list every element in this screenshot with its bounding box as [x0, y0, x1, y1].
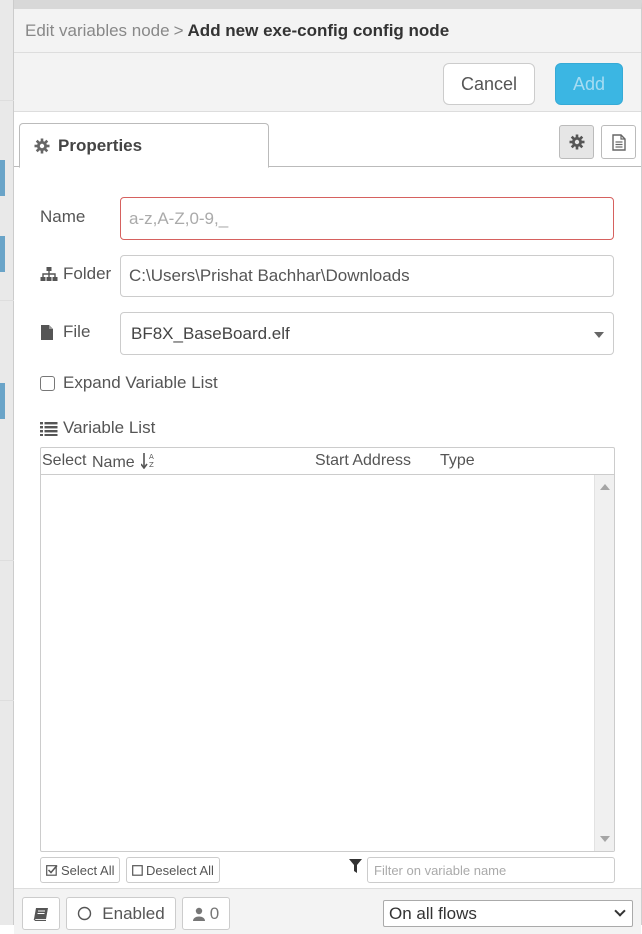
variable-table-body: [41, 475, 614, 851]
expand-variable-label[interactable]: Expand Variable List: [63, 373, 218, 393]
table-scrollbar[interactable]: [594, 475, 614, 851]
cancel-button[interactable]: Cancel: [443, 63, 535, 105]
enabled-label: Enabled: [102, 903, 165, 923]
file-label: File: [63, 322, 91, 341]
tab-properties-label: Properties: [58, 135, 143, 155]
tabs-bar: Properties: [14, 112, 641, 168]
column-header-type: Type: [440, 452, 475, 469]
workspace-node-mark: [0, 236, 5, 272]
folder-field[interactable]: [120, 255, 614, 297]
list-icon: [40, 421, 58, 436]
scroll-down-icon[interactable]: [600, 836, 610, 842]
grid-line: [0, 700, 14, 701]
filter-icon: [349, 859, 362, 873]
file-select[interactable]: BF8X_BaseBoard.elf: [120, 312, 614, 355]
file-label-wrap: File: [40, 322, 90, 342]
expand-variable-row: Expand Variable List: [40, 373, 218, 393]
tab-description[interactable]: [601, 125, 636, 159]
variable-list-label-wrap: Variable List: [40, 418, 155, 438]
folder-label: Folder: [63, 264, 112, 283]
gear-icon: [34, 138, 50, 153]
scroll-up-icon[interactable]: [600, 484, 610, 490]
name-row: Name: [40, 207, 85, 227]
gear-icon: [569, 134, 584, 150]
document-icon: [611, 133, 626, 151]
grid-line: [0, 100, 14, 101]
grid-line: [0, 300, 14, 301]
background-workspace-strip: [0, 0, 14, 925]
circle-icon: [78, 906, 92, 921]
caret-down-icon: [594, 332, 604, 338]
user-icon: [192, 907, 205, 921]
variable-list-label: Variable List: [63, 418, 156, 437]
workspace-node-mark: [0, 383, 5, 419]
tray-footer: Enabled 0 On all flows: [14, 888, 641, 934]
file-row: File: [40, 322, 90, 342]
sort-alpha-icon: A Z: [140, 453, 154, 470]
select-all-button[interactable]: Select All: [40, 857, 121, 883]
filter-variable-input[interactable]: [367, 857, 615, 883]
workspace-node-mark: [0, 160, 5, 196]
flows-select-value: On all flows: [389, 903, 477, 923]
deselect-all-label: Deselect All: [146, 862, 214, 878]
tray-toolbar: Cancel Add: [14, 53, 641, 112]
column-header-select: Select: [42, 452, 87, 469]
select-all-label: Select All: [61, 862, 115, 878]
column-header-name[interactable]: Name A Z: [92, 452, 156, 472]
flows-select[interactable]: On all flows: [383, 900, 633, 927]
grid-line: [0, 560, 14, 561]
tab-settings[interactable]: [559, 125, 594, 159]
edit-tray: Edit variables node > Add new exe-config c…: [14, 0, 642, 934]
file-select-value: BF8X_BaseBoard.elf: [131, 323, 290, 343]
chevron-down-icon: [614, 905, 626, 917]
variable-table: Select Name A Z Start Address Type: [40, 447, 615, 852]
breadcrumb-parent[interactable]: Edit variables node: [25, 21, 170, 40]
checked-box-icon: [46, 865, 58, 876]
users-count-button[interactable]: 0: [182, 897, 230, 930]
sitemap-icon: [40, 267, 58, 281]
table-header: Select Name A Z Start Address Type: [41, 448, 614, 475]
breadcrumb-current: Add new exe-config config node: [187, 21, 450, 40]
folder-row: Folder: [40, 264, 111, 284]
breadcrumb-separator: >: [173, 21, 184, 40]
name-label: Name: [40, 207, 86, 226]
folder-label-wrap: Folder: [40, 264, 111, 284]
svg-text:Z: Z: [149, 461, 154, 469]
users-count: 0: [209, 903, 220, 923]
enabled-toggle[interactable]: Enabled: [66, 897, 176, 930]
breadcrumb: Edit variables node > Add new exe-config c…: [14, 9, 641, 53]
column-header-start-address: Start Address: [315, 452, 412, 469]
variable-list-heading: Variable List: [40, 418, 155, 438]
column-header-name-label: Name: [92, 454, 135, 471]
book-icon: [33, 907, 48, 921]
tab-properties[interactable]: Properties: [19, 123, 269, 168]
file-icon: [41, 324, 53, 340]
name-field[interactable]: [120, 197, 614, 240]
node-help-button[interactable]: [22, 897, 60, 930]
empty-box-icon: [132, 864, 143, 876]
expand-variable-checkbox[interactable]: [40, 375, 55, 391]
svg-text:A: A: [149, 453, 154, 461]
deselect-all-button[interactable]: Deselect All: [126, 857, 220, 883]
add-button[interactable]: Add: [555, 63, 623, 105]
